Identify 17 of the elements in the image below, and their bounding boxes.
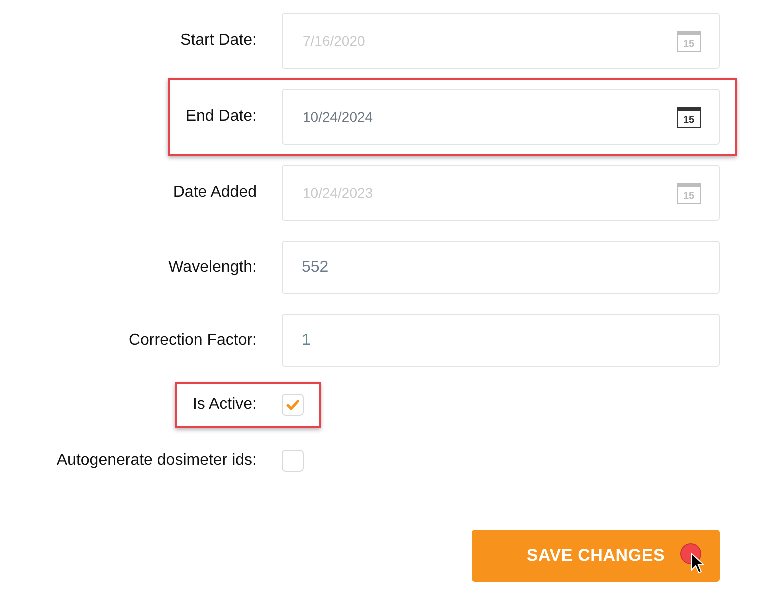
date-value: 10/24/2024	[303, 108, 374, 126]
checkbox[interactable]	[282, 394, 304, 416]
checkbox[interactable]	[282, 450, 304, 472]
field-label: Correction Factor:	[128, 330, 257, 350]
field-label: Start Date:	[180, 31, 257, 51]
field-label: Autogenerate dosimeter ids:	[56, 451, 257, 471]
check-icon	[286, 399, 300, 411]
field-label: Date Added	[173, 183, 257, 203]
save-button[interactable]: SAVE CHANGES	[472, 530, 720, 582]
field-label: Wavelength:	[168, 258, 257, 278]
field-label: End Date:	[186, 107, 257, 127]
number-field[interactable]: 1	[282, 314, 720, 367]
field-label: Is Active:	[192, 395, 257, 415]
calendar-icon[interactable]: 15	[677, 106, 701, 128]
number-field[interactable]: 552	[282, 241, 720, 294]
date-field[interactable]: 10/24/2024 15	[282, 89, 720, 145]
cursor-icon	[680, 542, 708, 576]
